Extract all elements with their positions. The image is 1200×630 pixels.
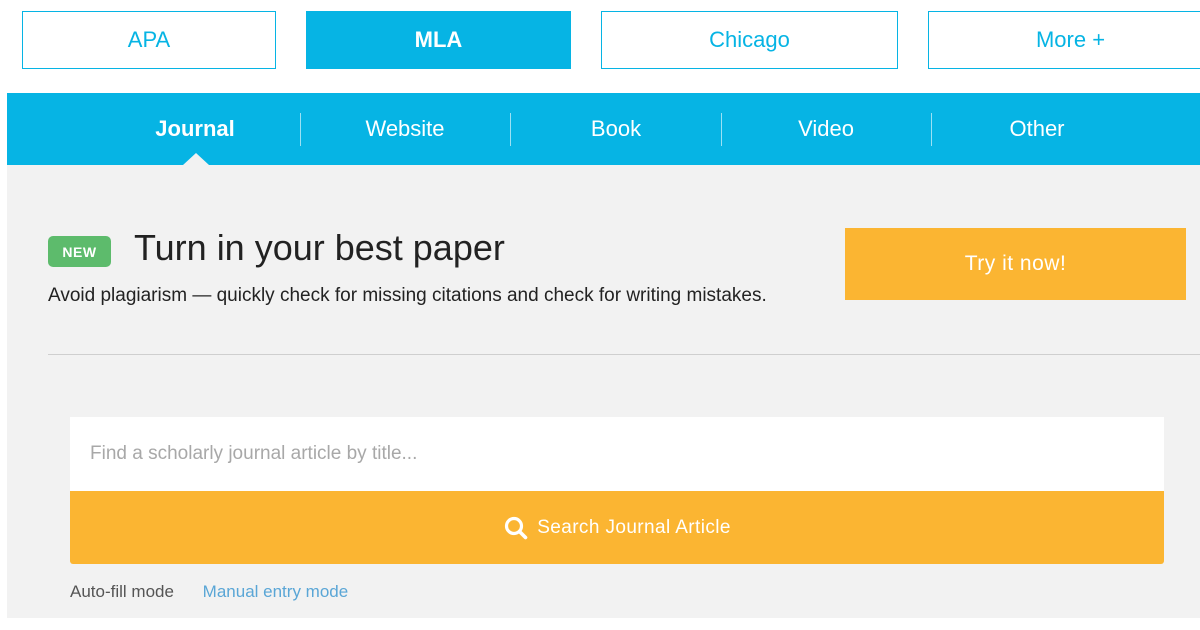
source-tab-website[interactable]: Website <box>305 93 505 165</box>
tab-mla[interactable]: MLA <box>306 11 571 69</box>
journal-search-input[interactable] <box>70 417 1164 491</box>
tab-more[interactable]: More + <box>928 11 1200 69</box>
active-tab-pointer <box>183 153 209 165</box>
autofill-mode-label: Auto-fill mode <box>70 582 174 601</box>
section-divider <box>48 354 1200 355</box>
source-tab-book[interactable]: Book <box>516 93 716 165</box>
new-badge: NEW <box>48 236 111 267</box>
tab-chicago[interactable]: Chicago <box>601 11 898 69</box>
source-divider <box>721 113 722 146</box>
search-journal-article-button[interactable]: Search Journal Article <box>70 491 1164 564</box>
source-tab-other[interactable]: Other <box>937 93 1137 165</box>
main-panel: NEW Turn in your best paper Avoid plagia… <box>7 165 1200 618</box>
search-button-label: Search Journal Article <box>537 516 731 538</box>
try-it-now-button[interactable]: Try it now! <box>845 228 1186 300</box>
source-divider <box>510 113 511 146</box>
source-tab-video[interactable]: Video <box>726 93 926 165</box>
manual-entry-mode-link[interactable]: Manual entry mode <box>203 582 349 601</box>
entry-mode-row: Auto-fill mode Manual entry mode <box>70 582 348 602</box>
promo-subtitle: Avoid plagiarism — quickly check for mis… <box>48 285 767 306</box>
tab-apa[interactable]: APA <box>22 11 276 69</box>
citation-style-tabs: APA MLA Chicago More + <box>0 0 1200 93</box>
search-icon <box>503 515 529 541</box>
promo-title: Turn in your best paper <box>134 227 505 268</box>
source-type-bar: Journal Website Book Video Other <box>7 93 1200 165</box>
source-divider <box>300 113 301 146</box>
source-divider <box>931 113 932 146</box>
